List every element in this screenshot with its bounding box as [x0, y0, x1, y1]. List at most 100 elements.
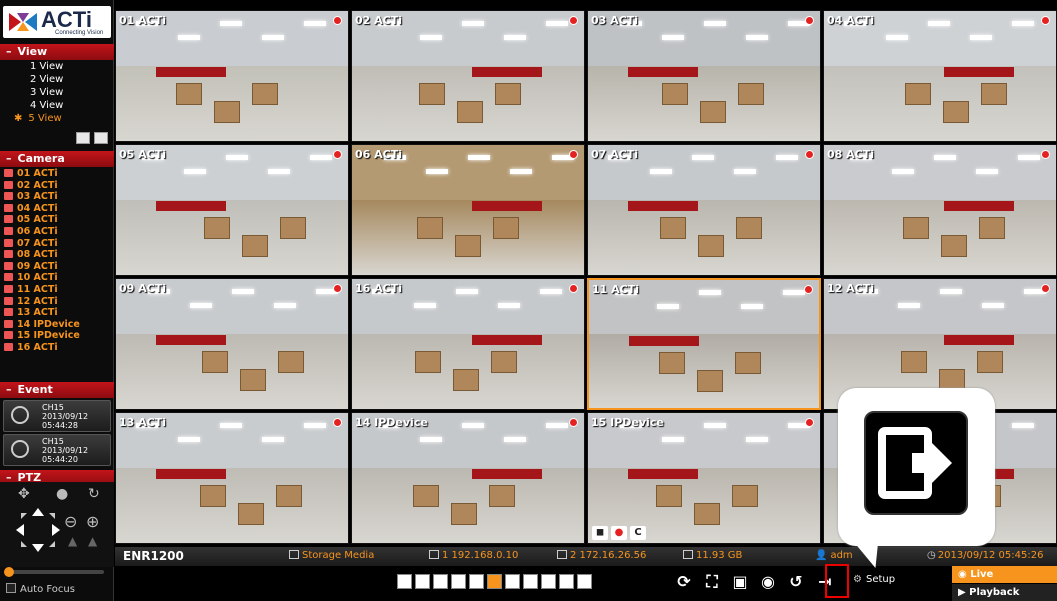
- view-item[interactable]: 2 View: [0, 73, 114, 86]
- camera-item[interactable]: 09 ACTi: [0, 261, 114, 273]
- refresh-icon[interactable]: ↺: [785, 571, 807, 593]
- camera-item[interactable]: 10 ACTi: [0, 272, 114, 284]
- camera-item[interactable]: 16 ACTi: [0, 342, 114, 354]
- camera-tile[interactable]: 15 IPDevice ◼ ● C: [587, 412, 821, 544]
- layout-36-button[interactable]: [541, 574, 556, 589]
- layout-6-button[interactable]: [451, 574, 466, 589]
- layout-25-button[interactable]: [523, 574, 538, 589]
- snapshot-icon[interactable]: ◼: [592, 526, 608, 540]
- camera-tile[interactable]: 14 IPDevice: [351, 412, 585, 544]
- camera-item[interactable]: 01 ACTi: [0, 168, 114, 180]
- camera-item[interactable]: 12 ACTi: [0, 296, 114, 308]
- snapshot-icon[interactable]: ◉: [757, 571, 779, 593]
- partition-wall: [628, 201, 698, 211]
- camera-tile[interactable]: 05 ACTi: [115, 144, 349, 276]
- camera-item[interactable]: 04 ACTi: [0, 203, 114, 215]
- event-channel: CH15: [42, 403, 64, 412]
- section-camera-title: Camera: [17, 152, 65, 165]
- zoom-in-icon[interactable]: ⊕: [86, 512, 99, 531]
- view-item[interactable]: ✱ 5 View: [0, 112, 114, 125]
- status-bar: ENR1200 Storage Media 1 192.168.0.10 2 1…: [115, 547, 1057, 566]
- event-date: 2013/09/12: [42, 446, 89, 455]
- camera-tile[interactable]: 02 ACTi: [351, 10, 585, 142]
- rotate-icon[interactable]: ⟳: [673, 571, 695, 593]
- zoom-out-icon[interactable]: ⊖: [64, 512, 77, 531]
- camera-item-label: 01 ACTi: [17, 168, 58, 179]
- save-view-icon[interactable]: [76, 132, 90, 144]
- ptz-joystick-icon[interactable]: [12, 504, 64, 556]
- window-icon[interactable]: ▣: [729, 571, 751, 593]
- auto-focus-checkbox[interactable]: Auto Focus: [6, 583, 75, 595]
- ptz-move-icon[interactable]: ✥: [18, 486, 30, 502]
- camera-tile[interactable]: 13 ACTi: [115, 412, 349, 544]
- camera-tile-label: 07 ACTi: [591, 148, 638, 161]
- ceiling-light: [232, 289, 254, 294]
- cardboard-box: [697, 370, 723, 392]
- camera-tile[interactable]: 09 ACTi: [115, 278, 349, 410]
- layout-1-button[interactable]: [397, 574, 412, 589]
- storage-media[interactable]: Storage Media: [289, 550, 374, 561]
- camera-item[interactable]: 02 ACTi: [0, 180, 114, 192]
- reload-icon[interactable]: C: [630, 526, 646, 540]
- ptz-refresh-icon[interactable]: ↻: [88, 486, 100, 502]
- datetime: ◷ 2013/09/12 05:45:26: [927, 550, 1043, 561]
- fullscreen-icon[interactable]: ⛶: [701, 571, 723, 593]
- layout-9-button[interactable]: [469, 574, 484, 589]
- camera-tile[interactable]: 01 ACTi: [115, 10, 349, 142]
- section-camera-header[interactable]: – Camera: [0, 151, 114, 167]
- ptz-home-icon[interactable]: ●: [56, 486, 68, 502]
- section-view-header[interactable]: – View: [0, 44, 114, 60]
- setup-button[interactable]: ⚙ Setup: [853, 574, 895, 585]
- layout-64-button[interactable]: [559, 574, 574, 589]
- camera-tile[interactable]: 07 ACTi: [587, 144, 821, 276]
- recording-tag-icon: [4, 203, 13, 212]
- monitor-icon: [557, 550, 567, 559]
- camera-item[interactable]: 13 ACTi: [0, 307, 114, 319]
- user-text: adm: [830, 550, 853, 561]
- focus-far-icon[interactable]: ▲: [88, 534, 97, 548]
- layout-20-button[interactable]: [505, 574, 520, 589]
- camera-item[interactable]: 11 ACTi: [0, 284, 114, 296]
- layout-2-button[interactable]: [415, 574, 430, 589]
- view-item[interactable]: 4 View: [0, 99, 114, 112]
- camera-tile[interactable]: 11 ACTi: [587, 278, 821, 410]
- camera-item-label: 13 ACTi: [17, 307, 58, 319]
- edit-view-icon[interactable]: [94, 132, 108, 144]
- layout-custom-button[interactable]: [577, 574, 592, 589]
- event-time: 05:44:28: [42, 421, 78, 430]
- camera-item[interactable]: 07 ACTi: [0, 238, 114, 250]
- camera-item[interactable]: 06 ACTi: [0, 226, 114, 238]
- partition-wall: [944, 201, 1014, 211]
- focus-near-icon[interactable]: ▲: [68, 534, 77, 548]
- camera-item[interactable]: 14 IPDevice: [0, 319, 114, 331]
- camera-tile[interactable]: 08 ACTi: [823, 144, 1057, 276]
- camera-item[interactable]: 15 IPDevice: [0, 330, 114, 342]
- camera-item-label: 15 IPDevice: [17, 330, 80, 342]
- live-mode-button[interactable]: ◉ Live: [952, 566, 1057, 583]
- view-item[interactable]: 3 View: [0, 86, 114, 99]
- layout-4-button[interactable]: [433, 574, 448, 589]
- event-card[interactable]: CH15 2013/09/12 05:44:28: [3, 400, 111, 432]
- section-event-header[interactable]: – Event: [0, 382, 114, 398]
- camera-tile[interactable]: 06 ACTi: [351, 144, 585, 276]
- view-item[interactable]: 1 View: [0, 60, 114, 73]
- slider-knob[interactable]: [4, 567, 14, 577]
- playback-mode-button[interactable]: ▶ Playback: [952, 584, 1057, 601]
- layout-16-button[interactable]: [487, 574, 502, 589]
- cardboard-box: [941, 235, 967, 257]
- section-event-title: Event: [17, 383, 53, 396]
- camera-tile-label: 05 ACTi: [119, 148, 166, 161]
- cardboard-box: [204, 217, 230, 239]
- ptz-speed-slider[interactable]: [4, 567, 104, 577]
- checkbox-box[interactable]: [6, 583, 16, 593]
- camera-tile[interactable]: 16 ACTi: [351, 278, 585, 410]
- event-card[interactable]: CH15 2013/09/12 05:44:20: [3, 434, 111, 466]
- camera-tile[interactable]: 04 ACTi: [823, 10, 1057, 142]
- camera-item[interactable]: 08 ACTi: [0, 249, 114, 261]
- ceiling-light: [898, 303, 920, 308]
- record-icon[interactable]: ●: [611, 526, 627, 540]
- camera-tile[interactable]: 03 ACTi: [587, 10, 821, 142]
- ceiling-light: [734, 169, 756, 174]
- camera-item[interactable]: 03 ACTi: [0, 191, 114, 203]
- camera-item[interactable]: 05 ACTi: [0, 214, 114, 226]
